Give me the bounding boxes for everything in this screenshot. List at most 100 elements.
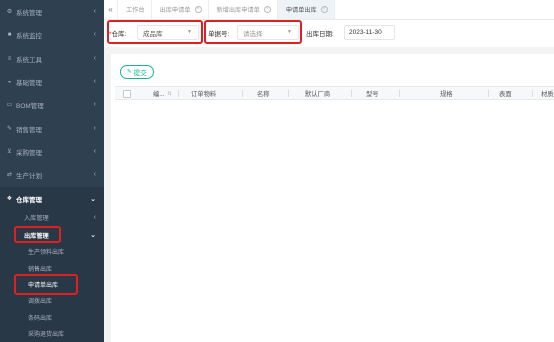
exchange-icon: ⇄: [6, 172, 13, 178]
tab-scroll-left-icon[interactable]: «: [104, 0, 118, 19]
nav-item-label: 系统管理: [16, 9, 42, 17]
table-header: 编... ⇅ 订单物料 名称 默认厂商 型号 规格 表面 材质: [115, 86, 554, 100]
caret-down-icon: ▼: [187, 29, 192, 35]
menu-item-label: 条码出库: [28, 315, 53, 322]
nav-item-label: 基础管理: [16, 79, 42, 87]
sub-item-label: 出库管理: [24, 232, 49, 240]
data-panel: ✎ 提交 编... ⇅ 订单物料 名称 默认厂商 型号 规格 表面 材质: [111, 54, 554, 342]
column-header-model[interactable]: 型号: [352, 87, 400, 100]
outbound-date-input[interactable]: 2023-11-30: [344, 25, 395, 40]
filter-bar: *仓库: 成品库 ▼ 单据号: 请选择 ▼ 出库日期: 2023-11-30: [104, 20, 554, 47]
nav-item-production-plan[interactable]: ⇄ 生产计划 ‹: [0, 163, 104, 186]
tab-label: 申请单出库: [285, 7, 317, 14]
sub-item-inbound-management[interactable]: 入库管理 ‹: [0, 209, 104, 225]
tab-requisition-outbound[interactable]: 申请单出库 ×: [277, 0, 335, 19]
chevron-left-icon: ‹: [93, 213, 96, 221]
nav-item-label: 系统工具: [16, 56, 42, 64]
nav-item-purchase-management[interactable]: ⊻ 采购管理 ‹: [0, 140, 104, 163]
nav-item-label: 销售管理: [16, 126, 42, 134]
close-icon[interactable]: ×: [194, 6, 202, 13]
column-label: 编...: [153, 91, 165, 98]
menu-item-label: 生产领料出库: [28, 249, 65, 256]
cart-icon: ⊻: [7, 149, 12, 155]
column-label: 名称: [257, 91, 270, 98]
close-icon[interactable]: ×: [263, 6, 271, 13]
column-header-code[interactable]: 编... ⇅: [135, 87, 179, 100]
menu-item-label: 调拨出库: [28, 298, 53, 305]
nav-item-label: 系统监控: [16, 32, 42, 40]
warehouse-label-text: 仓库:: [111, 31, 127, 38]
caret-down-icon: ▼: [287, 29, 292, 35]
outbound-date-value: 2023-11-30: [349, 29, 382, 36]
chevron-left-icon: ‹: [93, 78, 96, 85]
column-header-name[interactable]: 名称: [243, 87, 289, 100]
column-header-surface[interactable]: 表面: [489, 87, 533, 100]
tab-bar: « 工作台 出库申请单 × 新增出库申请单 × 申请单出库 ×: [104, 0, 554, 20]
warehouse-select-value: 成品库: [143, 30, 163, 38]
cubes-icon: ❖: [6, 196, 13, 202]
nav-item-label: 生产计划: [16, 172, 42, 180]
nav-item-system-monitor[interactable]: ■ 系统监控 ‹: [0, 23, 104, 46]
car-icon: ◒: [7, 78, 12, 85]
menu-item-label: 申请单出库: [28, 282, 59, 289]
close-icon[interactable]: ×: [320, 6, 328, 13]
doc-no-placeholder: 请选择: [243, 30, 263, 38]
tab-new-outbound-request[interactable]: 新增出库申请单 ×: [209, 0, 278, 19]
chevron-left-icon: ‹: [93, 31, 96, 38]
column-header-material[interactable]: 材质: [533, 87, 554, 100]
tab-label: 出库申请单: [159, 7, 191, 14]
video-icon: ■: [7, 31, 12, 38]
tab-label: 工作台: [126, 7, 145, 14]
submit-label: 提交: [133, 70, 147, 77]
chevron-left-icon: ‹: [93, 101, 96, 108]
nav-item-sales-management[interactable]: ✎ 销售管理 ‹: [0, 117, 104, 140]
doc-no-label: 单据号:: [208, 31, 230, 38]
tab-outbound-request[interactable]: 出库申请单 ×: [152, 0, 209, 19]
nav-item-label: BOM管理: [16, 102, 44, 110]
sub-item-outbound-management[interactable]: 出库管理 ⌄: [0, 227, 104, 243]
menu-item-barcode-outbound[interactable]: 条码出库: [0, 309, 104, 325]
nav-item-system-management[interactable]: ⚙ 系统管理 ‹: [0, 0, 104, 23]
nav-item-bom-management[interactable]: ▭ BOM管理 ‹: [0, 93, 104, 116]
outbound-date-label: 出库日期:: [306, 31, 334, 38]
edit-icon: ✎: [6, 126, 13, 132]
submit-icon: ✎: [127, 69, 132, 75]
menu-item-label: 销售出库: [28, 266, 53, 273]
sub-item-label: 入库管理: [24, 214, 49, 222]
column-header-spec[interactable]: 规格: [400, 87, 489, 100]
menu-item-label: 采购退货出库: [28, 331, 65, 338]
warehouse-select[interactable]: 成品库 ▼: [137, 25, 199, 40]
submit-button[interactable]: ✎ 提交: [120, 65, 154, 79]
chevron-down-icon: ⌄: [90, 232, 96, 239]
warehouse-label: *仓库:: [109, 28, 126, 38]
select-all-checkbox[interactable]: [123, 90, 131, 98]
chevron-left-icon: ‹: [93, 125, 96, 132]
chevron-left-icon: ‹: [93, 8, 96, 15]
column-label: 型号: [366, 91, 379, 98]
chevron-left-icon: ‹: [93, 148, 96, 155]
column-label: 材质: [541, 91, 554, 98]
tab-workbench[interactable]: 工作台: [118, 0, 152, 19]
laptop-icon: ▭: [6, 102, 13, 108]
chevron-down-icon: ⌄: [90, 195, 96, 203]
gear-icon: ⚙: [6, 9, 13, 15]
nav-item-system-tools[interactable]: ≡ 系统工具 ‹: [0, 47, 104, 70]
nav-item-basic-management[interactable]: ◒ 基础管理 ‹: [0, 70, 104, 93]
column-label: 订单物料: [191, 91, 217, 98]
menu-item-sales-outbound[interactable]: 销售出库: [0, 260, 104, 276]
nav-item-label: 仓库管理: [16, 196, 42, 204]
nav-item-label: 采购管理: [16, 149, 42, 157]
main-content: *仓库: 成品库 ▼ 单据号: 请选择 ▼ 出库日期: 2023-11-30 ✎…: [104, 20, 554, 342]
tab-label: 新增出库申请单: [216, 7, 260, 14]
nav-item-warehouse-management[interactable]: ❖ 仓库管理 ⌄: [0, 187, 104, 210]
menu-item-requisition-outbound[interactable]: 申请单出库: [0, 276, 104, 292]
menu-item-transfer-outbound[interactable]: 调拨出库: [0, 292, 104, 308]
chevron-left-icon: ‹: [93, 55, 96, 62]
column-label: 表面: [499, 91, 512, 98]
column-header-default-vendor[interactable]: 默认厂商: [289, 87, 352, 100]
doc-no-select[interactable]: 请选择 ▼: [237, 25, 299, 40]
menu-item-production-picking-outbound[interactable]: 生产领料出库: [0, 243, 104, 259]
sort-icon: ⇅: [167, 90, 172, 97]
column-header-order-material[interactable]: 订单物料: [179, 87, 243, 100]
menu-item-purchase-return-outbound[interactable]: 采购退货出库: [0, 325, 104, 341]
